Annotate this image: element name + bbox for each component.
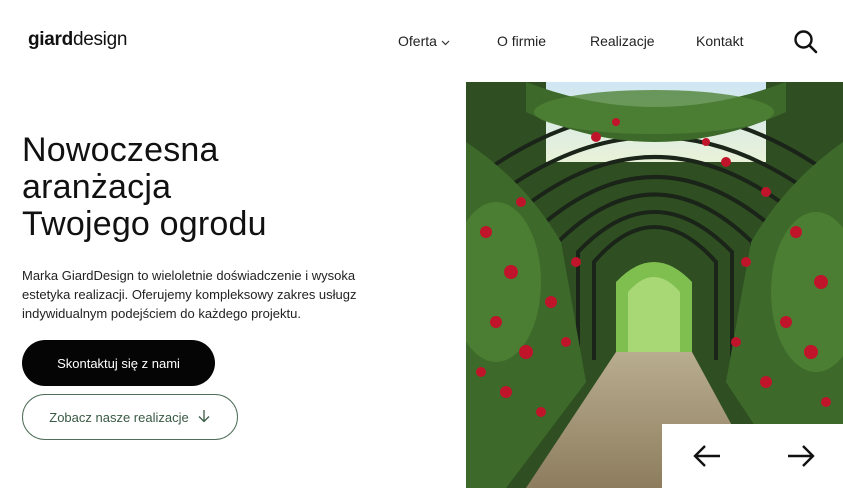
nav-item-kontakt[interactable]: Kontakt [696, 33, 743, 49]
hero-title-line: Nowoczesna [22, 131, 219, 169]
see-projects-button[interactable]: Zobacz nasze realizacje [22, 394, 238, 440]
chevron-down-icon [441, 33, 450, 49]
nav-item-oferta[interactable]: Oferta [398, 33, 450, 49]
nav-item-label: Kontakt [696, 33, 744, 49]
contact-button[interactable]: Skontaktuj się z nami [22, 340, 215, 386]
logo-light-text: design [72, 29, 128, 50]
hero-description: Marka GiardDesign to wieloletnie doświad… [22, 268, 357, 321]
nav-item-o-firmie[interactable]: O firmie [497, 33, 546, 49]
hero-title-line: Twojego ogrodu [22, 205, 267, 243]
nav-item-label: Oferta [398, 33, 437, 49]
nav-item-realizacje[interactable]: Realizacje [590, 33, 655, 49]
see-projects-button-label: Zobacz nasze realizacje [49, 409, 189, 425]
site-header: giarddesign Oferta O firmie Realizacje K… [0, 0, 843, 82]
hero-title: Nowoczesna aranżacja Twojego ogrodu [22, 132, 422, 243]
search-icon[interactable] [793, 29, 819, 55]
hero-title-line: aranżacja [22, 168, 172, 206]
nav-item-label: O firmie [497, 33, 546, 49]
logo[interactable]: giarddesign [28, 29, 127, 51]
nav-item-label: Realizacje [590, 33, 655, 49]
arrow-right-icon[interactable] [786, 442, 816, 470]
logo-bold-text: giard [28, 29, 73, 50]
arrow-down-icon [197, 409, 211, 426]
contact-button-label: Skontaktuj się z nami [57, 355, 180, 371]
arrow-left-icon[interactable] [692, 442, 722, 470]
slider-controls [662, 424, 843, 488]
